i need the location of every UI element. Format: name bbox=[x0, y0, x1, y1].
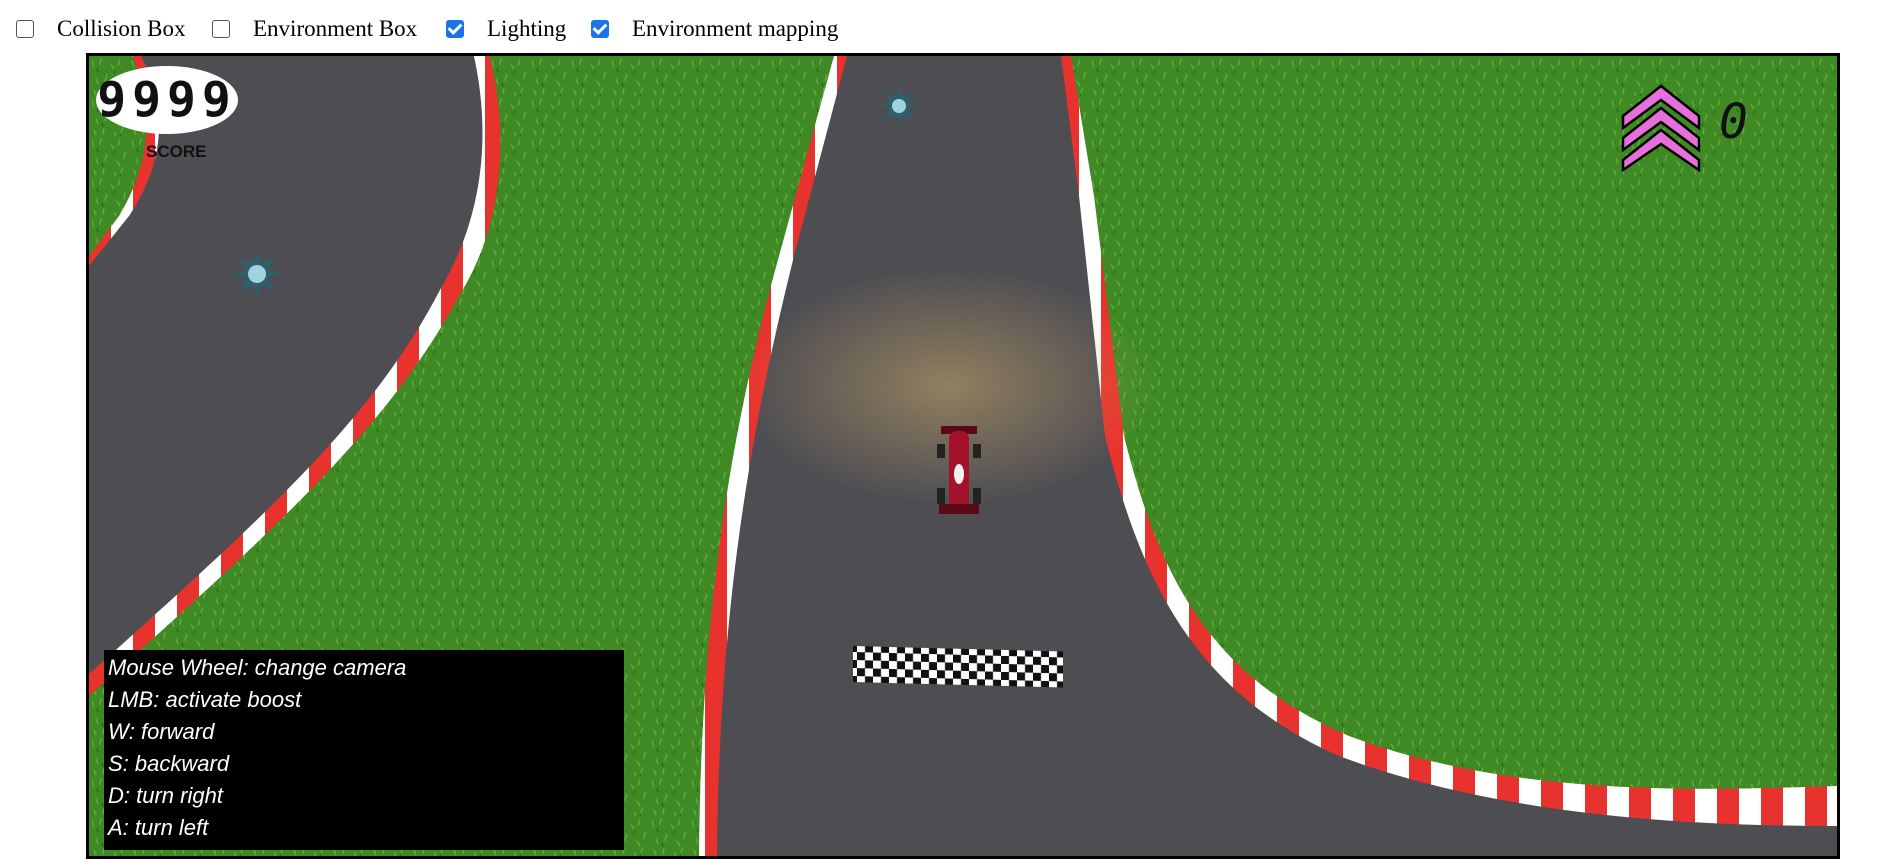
collision-box-label: Collision Box bbox=[57, 16, 186, 41]
environment-box-checkbox[interactable] bbox=[212, 20, 230, 38]
lighting-label: Lighting bbox=[487, 16, 567, 41]
controls-help-panel: Mouse Wheel: change camera LMB: activate… bbox=[104, 650, 624, 850]
environment-box-option[interactable]: Environment Box bbox=[212, 16, 417, 42]
collision-box-option[interactable]: Collision Box bbox=[16, 16, 185, 42]
lighting-checkbox[interactable] bbox=[446, 20, 464, 38]
boost-count: 0 bbox=[1719, 94, 1748, 150]
score-label: SCORE bbox=[146, 142, 207, 161]
options-toolbar: Collision Box Environment Box Lighting E… bbox=[0, 0, 1881, 52]
boost-chevrons-icon bbox=[1621, 84, 1701, 172]
help-line: W: forward bbox=[108, 719, 215, 744]
help-line: D: turn right bbox=[108, 783, 223, 808]
collision-box-checkbox[interactable] bbox=[16, 20, 34, 38]
game-canvas[interactable]: 9999 SCORE 0 Mouse Wheel: change camera … bbox=[86, 53, 1840, 859]
score-display: 9999 bbox=[96, 66, 238, 134]
help-line: Mouse Wheel: change camera bbox=[108, 655, 407, 680]
environment-mapping-option[interactable]: Environment mapping bbox=[591, 16, 838, 42]
help-line: LMB: activate boost bbox=[108, 687, 302, 712]
environment-mapping-checkbox[interactable] bbox=[591, 20, 609, 38]
spike-mine-icon bbox=[233, 250, 281, 298]
lighting-option[interactable]: Lighting bbox=[446, 16, 566, 42]
environment-mapping-label: Environment mapping bbox=[632, 16, 839, 41]
help-line: A: turn left bbox=[108, 815, 209, 840]
spike-mine-icon bbox=[879, 86, 919, 126]
help-line: S: backward bbox=[108, 751, 230, 776]
environment-box-label: Environment Box bbox=[253, 16, 418, 41]
